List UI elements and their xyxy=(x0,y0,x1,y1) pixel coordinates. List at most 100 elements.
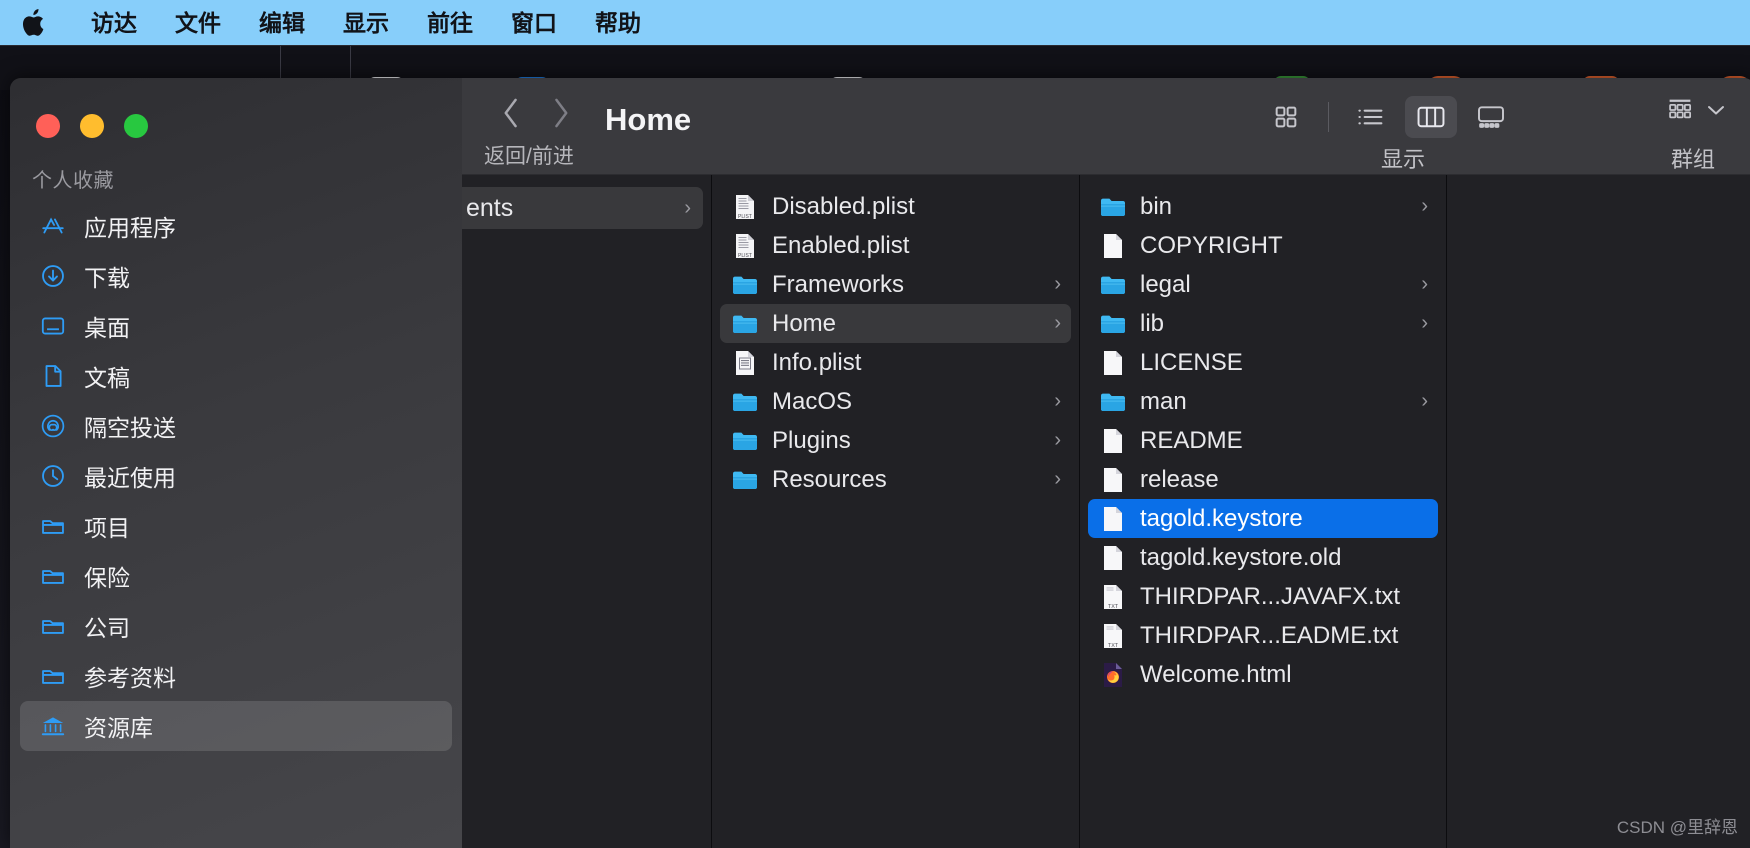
list-item[interactable]: TXT THIRDPAR...EADME.txt xyxy=(1088,616,1438,655)
chevron-right-icon: › xyxy=(1054,468,1061,490)
menu-item-window[interactable]: 窗口 xyxy=(492,0,576,46)
menu-item-help[interactable]: 帮助 xyxy=(576,0,660,46)
sidebar-item-applications[interactable]: 应用程序 xyxy=(20,201,452,251)
folder-icon xyxy=(40,513,66,539)
list-item[interactable]: PLIST Disabled.plist xyxy=(720,187,1071,226)
chevron-right-icon: › xyxy=(1421,390,1428,412)
file-name: Info.plist xyxy=(772,348,862,376)
sidebar-item-label: 应用程序 xyxy=(84,215,176,241)
blank-file-icon xyxy=(1100,545,1126,571)
column-empty xyxy=(1447,175,1750,848)
sidebar-item-library[interactable]: 资源库 xyxy=(20,701,452,751)
list-item[interactable]: Frameworks › xyxy=(720,265,1071,304)
sidebar-item-company[interactable]: 公司 xyxy=(20,601,452,651)
list-view-button[interactable] xyxy=(1345,96,1397,138)
watermark: CSDN @里辞恩 xyxy=(1616,818,1738,837)
file-name: legal xyxy=(1140,270,1191,298)
folder-icon xyxy=(732,311,758,337)
menu-item-edit[interactable]: 编辑 xyxy=(240,0,324,46)
chevron-down-icon[interactable] xyxy=(1705,102,1727,123)
recents-clock-icon xyxy=(40,463,66,489)
blank-file-icon xyxy=(1100,428,1126,454)
list-item[interactable]: Plugins › xyxy=(720,421,1071,460)
svg-text:PLIST: PLIST xyxy=(738,253,752,259)
close-button[interactable] xyxy=(36,114,60,138)
list-item[interactable]: TXT THIRDPAR...JAVAFX.txt xyxy=(1088,577,1438,616)
column-browser: ents › PLIST Disabled.plist PLIST Enable… xyxy=(462,175,1750,848)
menu-item-go[interactable]: 前往 xyxy=(408,0,492,46)
chevron-right-icon: › xyxy=(1054,429,1061,451)
icon-view-button[interactable] xyxy=(1260,96,1312,138)
txt-file-icon: TXT xyxy=(1100,584,1126,610)
column-home-contents: bin › COPYRIGHT legal › lib › LICENSE ma… xyxy=(1080,175,1447,848)
file-name: Frameworks xyxy=(772,270,905,298)
finder-window: 个人收藏 应用程序 下载 桌面 文稿 隔空投送 最近使用 项目 保险 公司 参考… xyxy=(10,78,1750,848)
sidebar-item-label: 公司 xyxy=(84,615,130,641)
menu-item-finder[interactable]: 访达 xyxy=(72,0,156,46)
plist-doc-icon xyxy=(732,350,758,376)
view-mode-label: 显示 xyxy=(1380,147,1425,172)
column-contents: PLIST Disabled.plist PLIST Enabled.plist… xyxy=(712,175,1080,848)
list-item[interactable]: lib › xyxy=(1088,304,1438,343)
chevron-right-icon: › xyxy=(1054,390,1061,412)
sidebar-item-label: 参考资料 xyxy=(84,665,176,691)
file-name: release xyxy=(1140,465,1219,493)
list-item[interactable]: legal › xyxy=(1088,265,1438,304)
sidebar-item-downloads[interactable]: 下载 xyxy=(20,251,452,301)
list-item[interactable]: Info.plist xyxy=(720,343,1071,382)
sidebar-item-insurance[interactable]: 保险 xyxy=(20,551,452,601)
apple-logo-icon[interactable] xyxy=(14,7,54,39)
column-partial: ents › xyxy=(462,175,712,848)
gallery-view-button[interactable] xyxy=(1465,96,1517,138)
menu-item-file[interactable]: 文件 xyxy=(156,0,240,46)
chevron-right-icon: › xyxy=(1421,312,1428,334)
list-item[interactable]: COPYRIGHT xyxy=(1088,226,1438,265)
folder-icon xyxy=(732,428,758,454)
sidebar-item-projects[interactable]: 项目 xyxy=(20,501,452,551)
sidebar-item-recents[interactable]: 最近使用 xyxy=(20,451,452,501)
txt-file-icon: TXT xyxy=(1100,623,1126,649)
menu-item-view[interactable]: 显示 xyxy=(324,0,408,46)
chevron-right-icon[interactable] xyxy=(550,96,572,135)
column-view-button[interactable] xyxy=(1405,96,1457,138)
plist-file-icon: PLIST xyxy=(732,194,758,220)
file-name: bin xyxy=(1140,192,1173,220)
list-item[interactable]: Home › xyxy=(720,304,1071,343)
list-item[interactable]: README xyxy=(1088,421,1438,460)
list-item[interactable]: ents › xyxy=(462,187,703,229)
list-item[interactable]: release xyxy=(1088,460,1438,499)
blank-file-icon xyxy=(1100,350,1126,376)
sidebar-item-label: 资源库 xyxy=(84,715,153,741)
chevron-right-icon: › xyxy=(1421,195,1428,217)
file-name: Disabled.plist xyxy=(772,192,915,220)
sidebar-item-references[interactable]: 参考资料 xyxy=(20,651,452,701)
chevron-right-icon: › xyxy=(1421,273,1428,295)
list-item[interactable]: tagold.keystore.old xyxy=(1088,538,1438,577)
list-item[interactable]: LICENSE xyxy=(1088,343,1438,382)
list-item[interactable]: MacOS › xyxy=(720,382,1071,421)
group-button[interactable] xyxy=(1665,96,1727,129)
sidebar-item-label: 下载 xyxy=(84,265,130,291)
list-item[interactable]: Resources › xyxy=(720,460,1071,499)
sidebar-item-label: 最近使用 xyxy=(84,465,176,491)
list-item-selected[interactable]: tagold.keystore xyxy=(1088,499,1438,538)
list-item[interactable]: Welcome.html xyxy=(1088,655,1438,694)
svg-text:PLIST: PLIST xyxy=(738,214,752,220)
list-item[interactable]: bin › xyxy=(1088,187,1438,226)
folder-icon xyxy=(1100,194,1126,220)
minimize-button[interactable] xyxy=(80,114,104,138)
sidebar-item-airdrop[interactable]: 隔空投送 xyxy=(20,401,452,451)
folder-icon xyxy=(732,272,758,298)
chevron-left-icon[interactable] xyxy=(500,96,522,135)
sidebar-item-label: 文稿 xyxy=(84,365,130,391)
file-name: tagold.keystore.old xyxy=(1140,543,1342,571)
sidebar-item-desktop[interactable]: 桌面 xyxy=(20,301,452,351)
list-item[interactable]: PLIST Enabled.plist xyxy=(720,226,1071,265)
list-item[interactable]: man › xyxy=(1088,382,1438,421)
zoom-button[interactable] xyxy=(124,114,148,138)
file-name: Home xyxy=(772,309,837,337)
desktop-icon xyxy=(40,313,66,339)
chevron-right-icon: › xyxy=(1054,273,1061,295)
sidebar-item-documents[interactable]: 文稿 xyxy=(20,351,452,401)
file-name: tagold.keystore xyxy=(1140,504,1303,532)
